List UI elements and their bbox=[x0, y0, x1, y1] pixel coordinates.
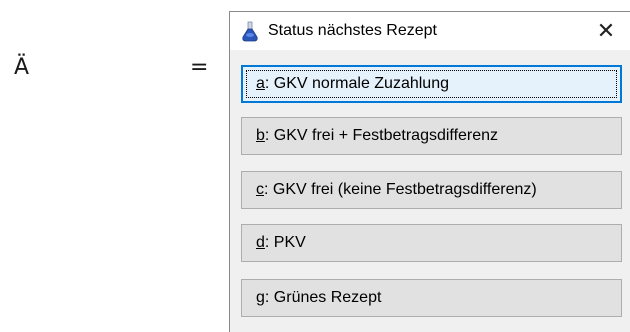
button-label: : Grünes Rezept bbox=[264, 289, 382, 306]
key-character: Ä bbox=[14, 55, 30, 80]
accelerator-key: b bbox=[256, 127, 265, 144]
option-button-c[interactable]: c: GKV frei (keine Festbetragsdifferenz) bbox=[241, 171, 622, 209]
accelerator-key: a bbox=[256, 75, 265, 92]
accelerator-key: d bbox=[256, 234, 265, 251]
dialog-title: Status nächstes Rezept bbox=[268, 22, 437, 39]
status-dialog: Status nächstes Rezept ✕ a: GKV normale … bbox=[229, 11, 630, 332]
screen: Ä = Status nächstes Rezept ✕ a: GKV norm… bbox=[0, 0, 630, 332]
button-label: : GKV frei + Festbetragsdifferenz bbox=[264, 127, 499, 144]
option-button-a[interactable]: a: GKV normale Zuzahlung bbox=[241, 65, 622, 103]
accelerator-key: g bbox=[256, 289, 265, 306]
button-label: : PKV bbox=[264, 234, 306, 251]
option-button-b[interactable]: b: GKV frei + Festbetragsdifferenz bbox=[241, 117, 622, 155]
accelerator-key: c bbox=[256, 181, 264, 198]
equals-sign: = bbox=[190, 55, 209, 80]
dialog-titlebar: Status nächstes Rezept ✕ bbox=[230, 12, 630, 50]
button-label: : GKV frei (keine Festbetragsdifferenz) bbox=[264, 181, 537, 198]
option-button-g[interactable]: g: Grünes Rezept bbox=[241, 279, 622, 317]
flask-icon bbox=[241, 21, 259, 43]
option-button-d[interactable]: d: PKV bbox=[241, 224, 622, 262]
button-label: : GKV normale Zuzahlung bbox=[264, 75, 449, 92]
close-icon[interactable]: ✕ bbox=[592, 17, 620, 45]
